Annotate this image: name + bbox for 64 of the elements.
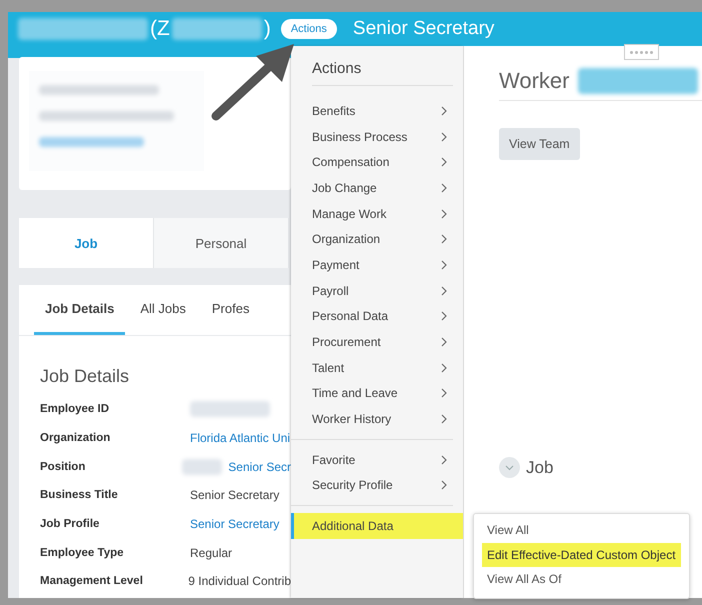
field-label: Management Level — [40, 575, 144, 588]
worker-heading: Worker — [499, 68, 570, 94]
field-value: Regular — [190, 546, 232, 560]
section-heading: Job Details — [40, 366, 130, 387]
field-link[interactable]: Senior Secretary — [190, 517, 280, 532]
chevron-right-icon — [441, 311, 447, 322]
menu-item[interactable]: Favorite — [291, 446, 453, 473]
field-label: Employee ID — [40, 403, 110, 416]
chevron-right-icon — [441, 480, 447, 490]
menu-item[interactable]: Worker History — [291, 406, 453, 432]
chevron-down-icon[interactable] — [499, 457, 520, 478]
menu-item[interactable]: Business Process — [291, 124, 453, 150]
tab[interactable]: Profes — [200, 285, 260, 335]
chevron-right-icon — [441, 362, 447, 373]
field-link[interactable]: Florida Atlantic Uni — [190, 431, 290, 446]
menu-item[interactable]: Talent — [291, 354, 453, 381]
tab[interactable]: Job — [19, 218, 154, 268]
section-heading: Job — [526, 458, 554, 478]
menu-item[interactable]: View All — [482, 518, 681, 542]
menu-item[interactable]: Compensation — [291, 149, 453, 176]
menu-item[interactable]: Personal Data — [291, 304, 453, 330]
menu-item[interactable]: Benefits — [291, 98, 453, 124]
menu-item[interactable]: Job Change — [291, 175, 453, 201]
menu-item[interactable]: Payment — [291, 252, 453, 278]
chevron-right-icon — [441, 414, 447, 424]
field-label: Business Title — [40, 489, 119, 502]
chevron-right-icon — [441, 286, 447, 296]
field-label: Job Profile — [40, 518, 100, 530]
menu-item[interactable]: Manage Work — [291, 200, 453, 226]
field-label: Organization — [40, 432, 112, 444]
tab[interactable]: Personal — [154, 218, 289, 268]
menu-item[interactable]: Payroll — [291, 278, 453, 304]
chevron-right-icon — [441, 260, 447, 270]
worker-name-text: ) — [264, 17, 271, 41]
chevron-right-icon — [441, 208, 447, 219]
chevron-right-icon — [441, 132, 447, 142]
position-title: Senior Secretary — [352, 18, 494, 40]
field-value: Senior Secretary — [190, 488, 280, 502]
chevron-right-icon — [441, 234, 447, 244]
chevron-right-icon — [441, 388, 447, 398]
chevron-right-icon — [441, 157, 447, 168]
chevron-right-icon — [441, 454, 447, 465]
field-link[interactable]: Senior Secr — [228, 460, 291, 474]
more-button[interactable] — [624, 44, 659, 60]
worker-name-text: (Z — [150, 17, 170, 41]
view-team-button[interactable]: View Team — [499, 128, 580, 160]
menu-item[interactable]: Procurement — [291, 329, 453, 355]
field-value: 9 Individual Contrib — [188, 574, 291, 588]
blurred-text — [182, 458, 222, 475]
menu-item[interactable]: View All As Of — [482, 567, 681, 592]
menu-item[interactable]: Organization — [291, 226, 453, 252]
menu-item[interactable]: Security Profile — [291, 472, 453, 498]
tab[interactable]: Job Details — [34, 285, 126, 335]
chevron-right-icon — [441, 182, 447, 193]
menu-item[interactable]: Additional Data — [291, 513, 463, 539]
field-label: Position — [40, 460, 86, 473]
menu-item[interactable]: Edit Effective-Dated Custom Object — [482, 542, 681, 567]
menu-item[interactable]: Time and Leave — [291, 380, 453, 406]
actions-button[interactable]: Actions — [280, 19, 337, 39]
tab[interactable]: All Jobs — [129, 285, 197, 335]
chevron-right-icon — [441, 106, 447, 116]
field-label: Employee Type — [40, 546, 125, 559]
chevron-right-icon — [441, 337, 447, 348]
menu-title: Actions — [312, 60, 453, 86]
